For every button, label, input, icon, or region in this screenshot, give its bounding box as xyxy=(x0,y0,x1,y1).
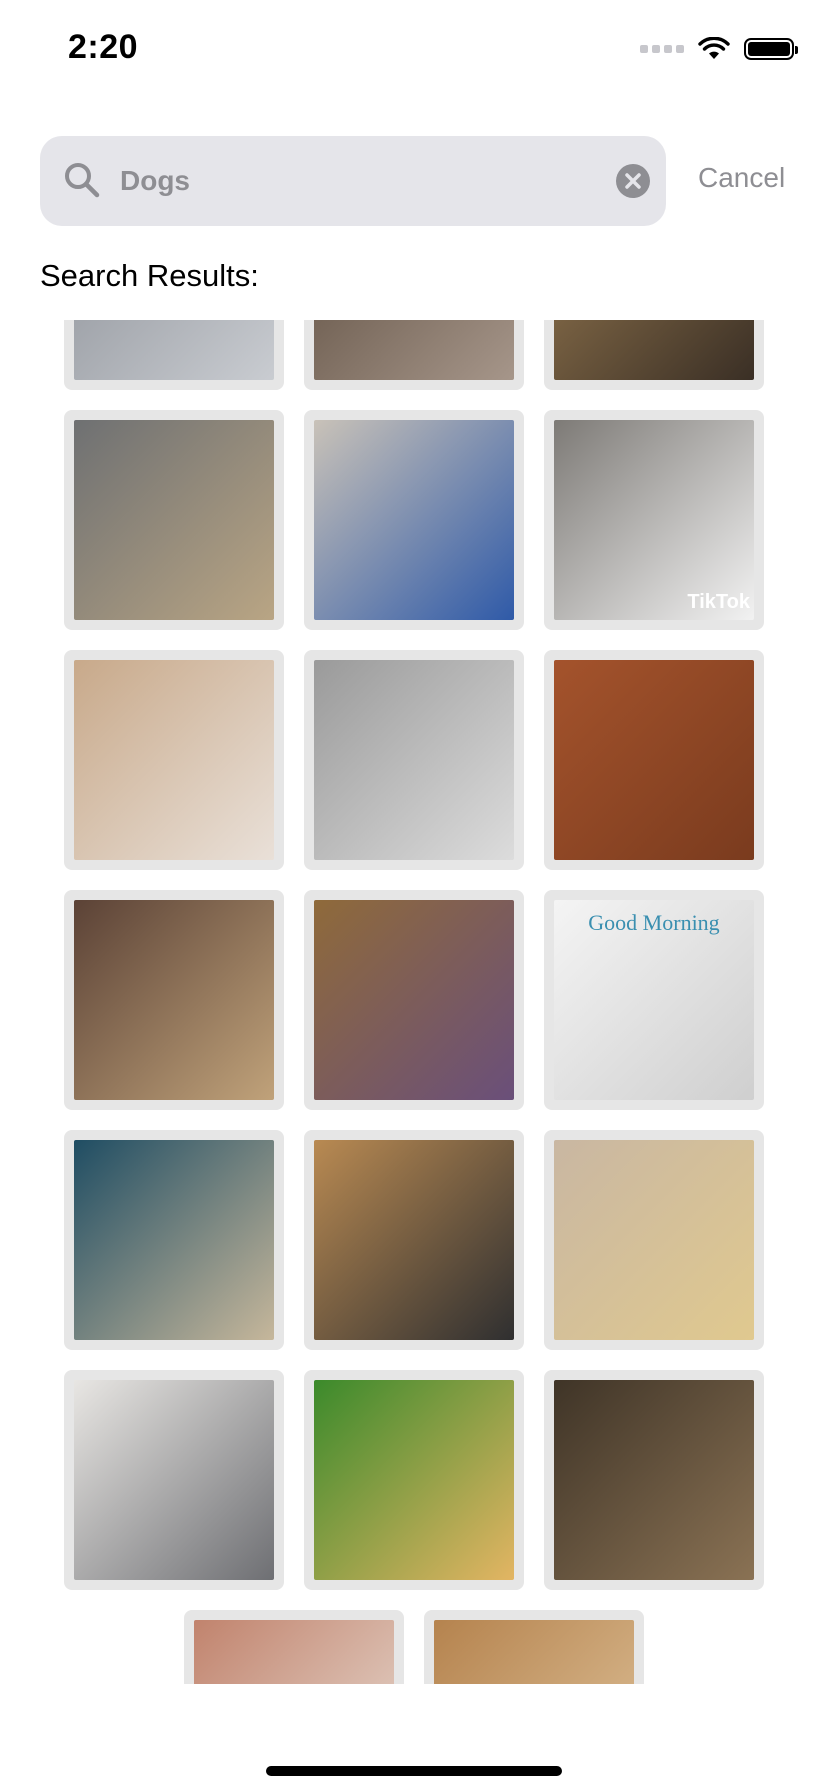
gif-image xyxy=(434,1620,634,1684)
battery-icon xyxy=(744,38,798,60)
gif-image xyxy=(314,1140,514,1340)
gif-image xyxy=(554,1140,754,1340)
gif-thumbnail[interactable] xyxy=(304,650,524,870)
wifi-icon xyxy=(698,37,730,59)
home-indicator[interactable] xyxy=(266,1766,562,1776)
gif-thumbnail[interactable] xyxy=(64,320,284,390)
gif-image xyxy=(74,1380,274,1580)
gif-thumbnail[interactable] xyxy=(64,890,284,1110)
gif-thumbnail[interactable] xyxy=(544,1130,764,1350)
gif-thumbnail[interactable] xyxy=(304,1130,524,1350)
gif-image xyxy=(194,1620,394,1684)
cancel-button[interactable]: Cancel xyxy=(698,162,785,194)
search-field[interactable] xyxy=(40,136,666,226)
status-icons xyxy=(640,34,798,64)
gif-thumbnail[interactable] xyxy=(64,650,284,870)
gif-image xyxy=(74,420,274,620)
gif-image xyxy=(314,660,514,860)
gif-image xyxy=(314,900,514,1100)
results-heading: Search Results: xyxy=(40,258,259,293)
search-icon xyxy=(65,163,100,198)
gif-thumbnail[interactable]: TikTok xyxy=(544,410,764,630)
gif-thumbnail[interactable] xyxy=(64,410,284,630)
gif-image xyxy=(314,420,514,620)
gif-image xyxy=(74,900,274,1100)
status-time: 2:20 xyxy=(68,28,139,66)
gif-thumbnail[interactable] xyxy=(304,410,524,630)
thumbnail-caption: TikTok xyxy=(687,591,750,613)
results-grid[interactable]: TikTok Good Morning xyxy=(0,320,828,1684)
gif-image xyxy=(554,660,754,860)
gif-image: TikTok xyxy=(554,420,754,620)
gif-image xyxy=(74,660,274,860)
search-input[interactable] xyxy=(120,136,560,226)
thumbnail-caption: Good Morning xyxy=(588,910,720,935)
gif-image xyxy=(74,1140,274,1340)
gif-thumbnail[interactable] xyxy=(544,320,764,390)
gif-thumbnail[interactable] xyxy=(184,1610,404,1684)
gif-thumbnail[interactable] xyxy=(424,1610,644,1684)
gif-thumbnail[interactable] xyxy=(544,650,764,870)
gif-image: Good Morning xyxy=(554,900,754,1100)
gif-image xyxy=(74,320,274,380)
gif-thumbnail[interactable] xyxy=(544,1370,764,1590)
gif-thumbnail[interactable] xyxy=(304,890,524,1110)
gif-thumbnail[interactable] xyxy=(64,1130,284,1350)
gif-thumbnail[interactable] xyxy=(304,1370,524,1590)
gif-thumbnail[interactable]: Good Morning xyxy=(544,890,764,1110)
gif-thumbnail[interactable] xyxy=(64,1370,284,1590)
gif-thumbnail[interactable] xyxy=(304,320,524,390)
gif-image xyxy=(314,1380,514,1580)
close-icon xyxy=(625,173,641,189)
cellular-signal-icon xyxy=(640,45,684,53)
gif-image xyxy=(554,320,754,380)
gif-image xyxy=(554,1380,754,1580)
gif-image xyxy=(314,320,514,380)
clear-search-button[interactable] xyxy=(616,164,650,198)
